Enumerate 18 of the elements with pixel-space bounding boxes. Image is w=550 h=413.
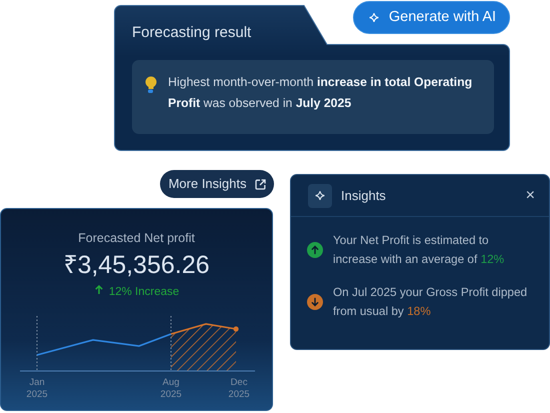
panel-title: Insights: [341, 186, 387, 205]
insight-text: Your Net Profit is estimated to increase with an average of 12%: [333, 232, 506, 268]
close-button[interactable]: ×: [526, 188, 535, 204]
axis-label: Dec 2025: [227, 377, 251, 401]
card-title: Forecasting result: [132, 23, 252, 43]
card-title: Forecasted Net profit: [77, 230, 196, 247]
more-insights-button[interactable]: More Insights: [160, 170, 274, 198]
message-text: Highest month-over-month increase in total Operating Profit was observed in July 2025: [168, 75, 472, 110]
change-text: 12% Increase: [1, 284, 272, 302]
sparkle-icon: [308, 184, 332, 208]
axis-label: Jan 2025: [25, 377, 49, 401]
profit-value: ₹3,45,356.26: [62, 250, 211, 281]
external-link-icon: [254, 178, 266, 190]
insight-text: On Jul 2025 your Gross Profit dipped from usual by 18%: [333, 284, 528, 320]
sparkle-icon: [366, 10, 381, 24]
axis-label: Aug 2025: [159, 377, 183, 401]
generate-button[interactable]: Generate with AI: [353, 1, 510, 34]
lightbulb-icon: [145, 74, 157, 92]
